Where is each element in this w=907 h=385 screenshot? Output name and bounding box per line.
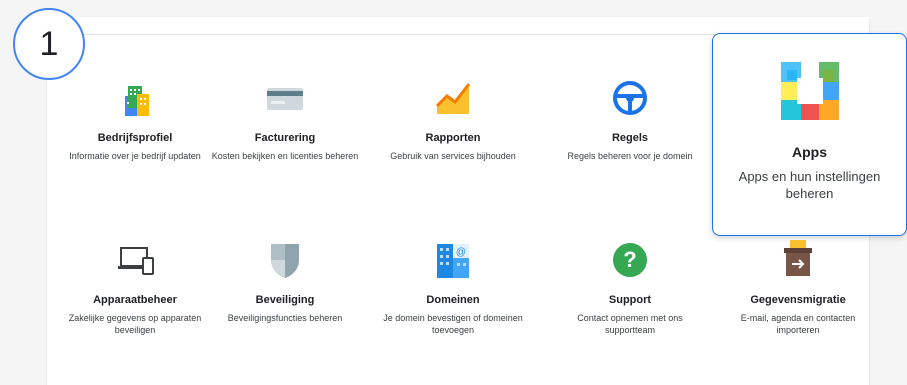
tile-label: Support [608,294,652,306]
shield-icon [271,244,299,278]
tile-label: Domeinen [426,294,480,306]
svg-text:@: @ [456,247,466,258]
tile-label: Bedrijfsprofiel [97,132,173,144]
svg-text:?: ? [623,247,636,272]
tile-description: Zakelijke gegevens op apparaten beveilig… [68,313,202,335]
tile-apparaatbeheer[interactable]: Apparaatbeheer Zakelijke gegevens op app… [59,240,211,336]
tile-label: Gegevensmigratie [750,294,846,306]
laptop-phone-icon [118,247,154,275]
tile-description: Apps en hun instellingen beheren [738,169,881,201]
tile-description: Je domein bevestigen of domeinen toevoeg… [383,313,523,335]
tile-description: E-mail, agenda en contacten importeren [740,313,856,335]
reports-chart-icon [435,83,471,114]
tile-rapporten[interactable]: Rapporten Gebruik van services bijhouden [377,78,529,162]
tile-description: Informatie over je bedrijf updaten [69,151,201,161]
credit-card-icon [267,88,303,110]
tile-regels[interactable]: Regels Regels beheren voor je domein [554,78,706,162]
tile-domeinen[interactable]: @ Domeinen Je domein bevestigen of domei… [377,240,529,336]
tile-label: Rapporten [425,132,481,144]
tile-apps[interactable]: Apps Apps en hun instellingen beheren [712,33,907,236]
tile-description: Gebruik van services bijhouden [390,151,516,161]
steering-wheel-icon [613,81,647,115]
archive-box-icon [784,240,812,276]
tile-gegevensmigratie[interactable]: Gegevensmigratie E-mail, agenda en conta… [722,240,874,336]
tile-description: Kosten bekijken en licenties beheren [211,151,359,161]
step-number-badge: 1 [13,8,85,80]
tile-support[interactable]: ? Support Contact opnemen met ons suppor… [554,240,706,336]
tile-bedrijfsprofiel[interactable]: Bedrijfsprofiel Informatie over je bedri… [59,78,211,162]
tile-description: Contact opnemen met ons supportteam [577,313,683,335]
tile-label: Apps [792,144,827,160]
tile-label: Regels [611,132,649,144]
domain-building-icon: @ [437,244,469,278]
building-icon [125,86,149,116]
tile-beveiliging[interactable]: Beveiliging Beveiligingsfuncties beheren [209,240,361,324]
tile-label: Apparaatbeheer [93,294,177,306]
tile-description: Regels beheren voor je domein [567,151,693,161]
apps-grid-icon [780,62,839,120]
tile-label: Beveiliging [255,294,315,306]
tile-description: Beveiligingsfuncties beheren [227,313,343,323]
tile-facturering[interactable]: Facturering Kosten bekijken en licenties… [209,78,361,162]
tile-label: Facturering [254,132,316,144]
help-question-icon: ? [613,243,647,277]
